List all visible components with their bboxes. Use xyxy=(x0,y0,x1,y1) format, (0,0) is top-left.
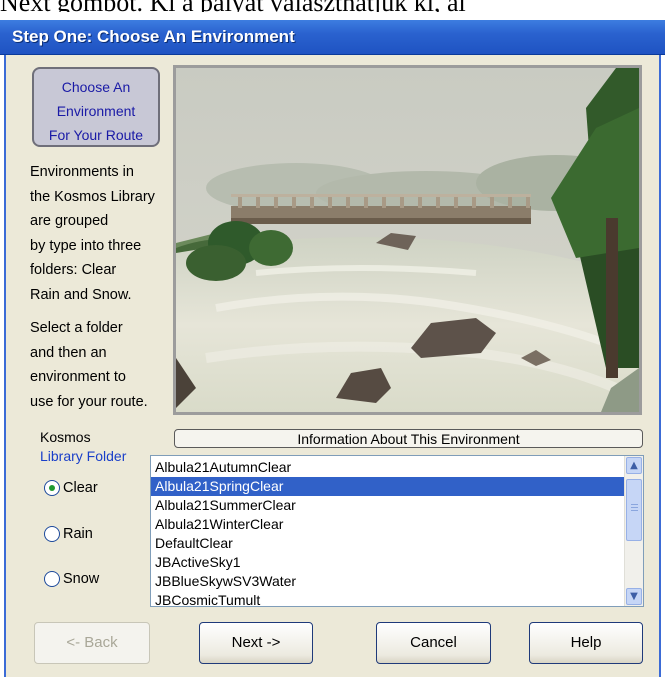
radio-clear-label: Clear xyxy=(63,480,98,496)
environment-list: Albula21AutumnClear Albula21SpringClear … xyxy=(151,458,625,606)
preview-scene xyxy=(176,68,639,412)
callout-line-1: Choose An xyxy=(61,79,131,95)
instructions-para-2: Select a folder and then an environment … xyxy=(30,320,148,410)
list-item[interactable]: JBActiveSky1 xyxy=(151,553,625,572)
environment-preview-image xyxy=(173,65,642,415)
callout-line-3: For Your Route xyxy=(48,127,144,143)
list-item-selected[interactable]: Albula21SpringClear xyxy=(151,477,625,496)
radio-snow-label: Snow xyxy=(63,571,100,587)
dialog-body: Choose An Environment For Your Route Env… xyxy=(4,55,661,677)
radio-rain-label: Rain xyxy=(63,526,93,542)
cancel-button[interactable]: Cancel xyxy=(376,622,491,664)
radio-clear[interactable]: Clear xyxy=(44,480,98,496)
list-item[interactable]: JBBlueSkywSV3Water xyxy=(151,572,625,591)
environment-listbox[interactable]: Albula21AutumnClear Albula21SpringClear … xyxy=(150,455,644,607)
list-scrollbar[interactable]: ▲ ▼ xyxy=(624,456,643,606)
help-button[interactable]: Help xyxy=(529,622,643,664)
radio-rain[interactable]: Rain xyxy=(44,526,93,542)
page-top-text: Next gombot. Ki a pályát választhatjuk k… xyxy=(0,0,665,12)
radio-snow-dot[interactable] xyxy=(44,571,60,587)
list-item[interactable]: Albula21SummerClear xyxy=(151,496,625,515)
instructions: Environments in the Kosmos Library are g… xyxy=(30,160,170,423)
next-button[interactable]: Next -> xyxy=(199,622,313,664)
environment-info-button[interactable]: Information About This Environment xyxy=(174,429,643,448)
radio-clear-dot[interactable] xyxy=(44,480,60,496)
list-item[interactable]: Albula21AutumnClear xyxy=(151,458,625,477)
radio-snow[interactable]: Snow xyxy=(44,571,99,587)
window-title: Step One: Choose An Environment xyxy=(12,27,295,46)
radio-rain-dot[interactable] xyxy=(44,526,60,542)
callout-line-2: Environment xyxy=(56,103,136,119)
scroll-up-icon[interactable]: ▲ xyxy=(626,457,642,474)
list-item[interactable]: DefaultClear xyxy=(151,534,625,553)
library-label-line-2: Library Folder xyxy=(40,448,127,464)
list-item[interactable]: JBCosmicTumult xyxy=(151,591,625,606)
step-callout: Choose An Environment For Your Route xyxy=(32,67,160,147)
library-folder-label: Kosmos Library Folder xyxy=(40,428,126,466)
instructions-para-1: Environments in the Kosmos Library are g… xyxy=(30,164,155,303)
scroll-thumb[interactable] xyxy=(626,479,642,541)
scroll-down-icon[interactable]: ▼ xyxy=(626,588,642,605)
back-button[interactable]: <- Back xyxy=(34,622,150,664)
title-bar: Step One: Choose An Environment xyxy=(0,20,665,55)
list-item[interactable]: Albula21WinterClear xyxy=(151,515,625,534)
library-label-line-1: Kosmos xyxy=(40,429,91,445)
